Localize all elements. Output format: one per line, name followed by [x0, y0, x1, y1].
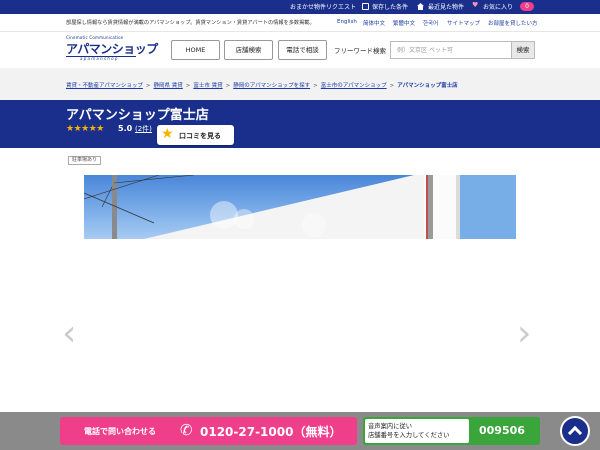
voice-guide-note: 音声案内に従い 店舗番号を入力してください	[365, 419, 469, 443]
home-button[interactable]: HOME	[171, 40, 220, 60]
call-label: 電話で問い合わせる	[84, 427, 156, 436]
lang-simplified-chinese-link[interactable]: 简体中文	[363, 19, 385, 27]
gallery-prev-arrow[interactable]: ‹	[62, 316, 76, 352]
chevron-up-icon	[567, 425, 583, 441]
phone-number: 0120-27-1000（無料）	[200, 425, 342, 439]
storefront-image	[84, 175, 516, 239]
phone-icon: ✆	[180, 421, 193, 439]
favorites-count-badge: 0	[520, 2, 534, 11]
shop-banner: アパマンショップ富士店 ★★★★★ 5.0 (2件) ★ 口コミを見る	[0, 100, 600, 148]
breadcrumb-current: アパマンショップ富士店	[397, 83, 458, 89]
rating-score: 5.0	[118, 124, 133, 133]
apamanshop-logo[interactable]: Cinematic Communication アパマンショップ a p a m…	[66, 35, 158, 63]
breadcrumb-item[interactable]: 賃貸・不動産アパマンショップ	[66, 83, 143, 89]
search-button[interactable]: 検索	[511, 41, 535, 59]
search-input[interactable]	[390, 41, 512, 59]
breadcrumb-item[interactable]: 静岡のアパマンショップを探す	[233, 83, 310, 89]
logo-subtext: a p a m a n s h o p	[80, 56, 118, 61]
site-header: Cinematic Communication アパマンショップ a p a m…	[0, 32, 600, 68]
parking-tag: 駐車場あり	[68, 156, 102, 165]
shop-photo	[84, 175, 516, 239]
breadcrumb: 賃貸・不動産アパマンショップ > 静岡県 賃貸 > 富士市 賃貸 > 静岡のアパマンショップ…	[66, 81, 458, 89]
utility-bar: おまかせ物件リクエスト 保存した条件 最近見た物件 ♥ お気に入り 0	[0, 0, 600, 14]
phone-consult-button[interactable]: 電話で相談	[278, 40, 327, 60]
heart-icon: ♥	[472, 1, 479, 9]
search-label: フリーワード検索	[334, 47, 386, 55]
owner-link[interactable]: お部屋を貸したい方	[488, 19, 538, 27]
shop-code: 009506	[479, 424, 525, 437]
scroll-to-top-button[interactable]	[560, 416, 590, 446]
edit-icon	[362, 3, 369, 10]
voice-guide-line: 音声案内に従い	[368, 423, 413, 430]
breadcrumb-area: 賃貸・不動産アパマンショップ > 静岡県 賃貸 > 富士市 賃貸 > 静岡のアパマンショップ…	[0, 68, 600, 100]
view-reviews-label: 口コミを見る	[179, 132, 221, 140]
star-icon: ★	[161, 126, 174, 142]
sitemap-link[interactable]: サイトマップ	[447, 19, 480, 27]
request-link[interactable]: おまかせ物件リクエスト	[290, 2, 356, 11]
breadcrumb-separator: >	[313, 83, 318, 89]
store-search-button[interactable]: 店舗検索	[224, 40, 273, 60]
call-button[interactable]: 電話で問い合わせる ✆ 0120-27-1000（無料）	[60, 417, 357, 445]
breadcrumb-separator: >	[185, 83, 191, 89]
intro-text: 部屋探し情報なら賃貸情報が満載のアパマンショップ。賃貸マンション・賃貸アパートの…	[66, 20, 315, 26]
recent-viewed-link[interactable]: 最近見た物件	[428, 2, 464, 11]
home-icon	[417, 3, 424, 10]
saved-conditions-link[interactable]: 保存した条件	[372, 2, 408, 11]
breadcrumb-item[interactable]: 富士市 賃貸	[193, 83, 222, 89]
lang-traditional-chinese-link[interactable]: 繁體中文	[393, 19, 415, 27]
breadcrumb-item[interactable]: 富士市のアパマンショップ	[321, 83, 387, 89]
lang-english-link[interactable]: English	[337, 19, 357, 25]
logo-wordmark: アパマンショップ	[66, 42, 158, 56]
breadcrumb-separator: >	[145, 83, 151, 89]
voice-guide-line: 店舗番号を入力してください	[368, 432, 450, 439]
breadcrumb-item[interactable]: 静岡県 賃貸	[154, 83, 183, 89]
favorites-link[interactable]: お気に入り	[483, 2, 513, 11]
page-title: アパマンショップ富士店	[66, 108, 209, 123]
shop-code-box: 音声案内に従い 店舗番号を入力してください 009506	[363, 417, 540, 445]
gallery-next-arrow[interactable]: ›	[517, 316, 531, 352]
breadcrumb-separator: >	[225, 83, 231, 89]
breadcrumb-separator: >	[389, 83, 395, 89]
lang-korean-link[interactable]: 한국어	[423, 19, 438, 27]
view-reviews-button[interactable]: ★ 口コミを見る	[157, 125, 234, 145]
rating-stars: ★★★★★	[66, 124, 104, 134]
contact-bar: 電話で問い合わせる ✆ 0120-27-1000（無料） 音声案内に従い 店舗番…	[0, 412, 600, 450]
review-count-link[interactable]: (2件)	[135, 124, 152, 134]
intro-bar: 部屋探し情報なら賃貸情報が満載のアパマンショップ。賃貸マンション・賃貸アパートの…	[0, 14, 600, 32]
